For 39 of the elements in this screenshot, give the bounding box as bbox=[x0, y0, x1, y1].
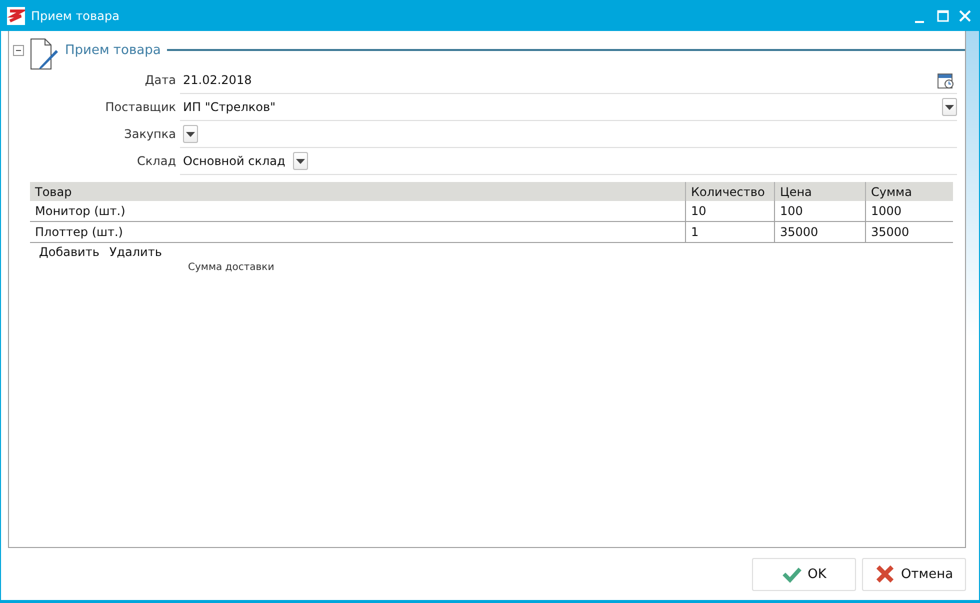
dropdown-button[interactable] bbox=[293, 152, 308, 170]
table-cell: 35000 bbox=[866, 222, 953, 242]
field-label: Закупка bbox=[123, 126, 177, 143]
table-cell: 100 bbox=[774, 201, 866, 222]
column-header[interactable]: Количество bbox=[686, 182, 774, 201]
caret-icon bbox=[186, 132, 195, 136]
field-label: Дата bbox=[144, 72, 177, 89]
field-value: ИП "Стрелков" bbox=[183, 100, 276, 114]
app-logo-icon bbox=[7, 6, 25, 24]
maximize-icon[interactable] bbox=[935, 8, 951, 24]
document-pen-icon bbox=[29, 38, 59, 70]
cancel-button[interactable]: Отмена bbox=[862, 558, 966, 590]
dropdown-button[interactable] bbox=[942, 98, 957, 116]
table-cell: Монитор (шт.) bbox=[30, 201, 686, 222]
field-label: Склад bbox=[136, 153, 177, 170]
action-link[interactable]: Удалить bbox=[109, 245, 162, 259]
column-header[interactable]: Сумма bbox=[866, 182, 953, 201]
action-link[interactable]: Добавить bbox=[39, 245, 100, 259]
date-value: 21.02.2018 bbox=[183, 73, 252, 87]
caret-icon bbox=[296, 158, 306, 164]
column-header[interactable]: Цена bbox=[774, 182, 866, 201]
table-cell: 10 bbox=[686, 201, 774, 222]
cross-icon bbox=[874, 564, 895, 584]
dropdown-button[interactable] bbox=[183, 125, 198, 143]
column-header[interactable]: Товар bbox=[30, 182, 686, 201]
close-icon[interactable] bbox=[957, 8, 973, 24]
collapse-toggle[interactable] bbox=[13, 44, 24, 56]
window-title: Прием товара bbox=[31, 8, 120, 22]
delivery-label: Сумма доставки bbox=[188, 262, 276, 273]
caret-icon bbox=[945, 104, 954, 110]
calendar-icon[interactable] bbox=[937, 72, 954, 88]
table-cell: 1 bbox=[686, 222, 774, 242]
field-label: Поставщик bbox=[104, 99, 177, 116]
table-cell: Плоттер (шт.) bbox=[30, 222, 686, 242]
table-cell: 1000 bbox=[866, 201, 953, 222]
table-cell: 35000 bbox=[774, 222, 866, 242]
field-value: Основной склад bbox=[183, 154, 286, 168]
group-title: Прием товара bbox=[65, 42, 161, 58]
ok-button[interactable]: OK bbox=[752, 558, 856, 590]
